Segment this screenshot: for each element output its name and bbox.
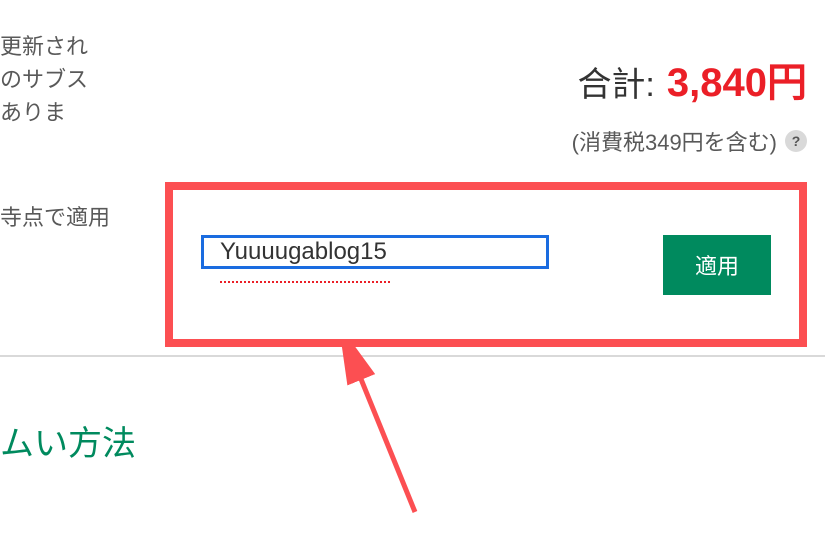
payment-method-heading: ムい方法	[0, 416, 136, 465]
total-row: 合計: 3,840円	[577, 50, 807, 108]
renewal-info-text: 更新され のサブス ありま	[0, 30, 88, 129]
tax-row: (消費税349円を含む) ?	[572, 125, 807, 157]
annotation-highlight-box: 適用	[165, 182, 807, 347]
promo-input-row: 適用	[201, 235, 771, 295]
apply-button[interactable]: 適用	[663, 235, 771, 295]
info-line: のサブス	[0, 63, 88, 96]
total-label: 合計:	[577, 57, 654, 106]
info-line: ありま	[0, 96, 88, 129]
total-amount: 3,840円	[667, 50, 807, 108]
promo-timing-text: 寺点で適用	[0, 200, 110, 232]
annotation-arrow-icon	[325, 342, 445, 522]
help-icon[interactable]: ?	[785, 130, 807, 152]
section-divider	[0, 355, 825, 357]
spellcheck-underline	[220, 281, 390, 283]
promo-input-wrap	[201, 235, 663, 295]
tax-text: (消費税349円を含む)	[572, 125, 777, 157]
info-line: 更新され	[0, 30, 88, 63]
promo-code-input[interactable]	[201, 235, 549, 269]
